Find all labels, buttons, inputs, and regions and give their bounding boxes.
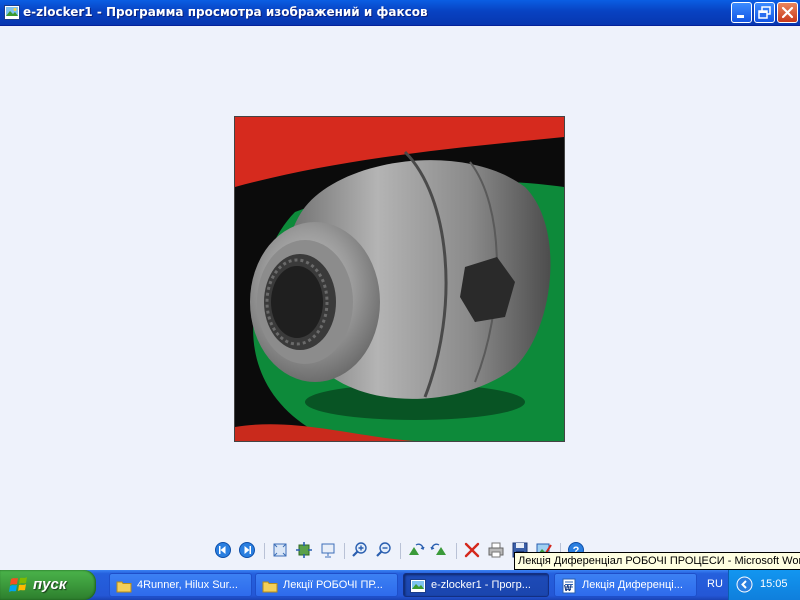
toolbar-separator — [456, 543, 457, 559]
previous-image-icon[interactable] — [214, 541, 232, 559]
image-viewer-icon — [410, 579, 426, 593]
delete-icon[interactable] — [463, 541, 481, 559]
best-fit-icon[interactable] — [271, 541, 289, 559]
restore-icon — [758, 6, 771, 19]
minimize-button[interactable] — [731, 2, 752, 23]
language-indicator[interactable]: RU — [707, 578, 723, 590]
taskbar-item-lectures-folder[interactable]: Лекції РОБОЧІ ПР... — [255, 573, 398, 597]
close-icon — [781, 6, 794, 19]
taskbar-item-word-document[interactable]: W Лекція Диференці... — [554, 573, 697, 597]
close-button[interactable] — [777, 2, 798, 23]
taskbar-item-image-viewer[interactable]: e-zlocker1 - Прогр... — [403, 573, 549, 597]
print-icon[interactable] — [487, 541, 505, 559]
image-viewer-icon — [4, 5, 20, 20]
start-button-label: пуск — [33, 576, 67, 593]
next-image-icon[interactable] — [238, 541, 256, 559]
differential-locker-photo — [234, 116, 565, 442]
minimize-icon — [737, 15, 744, 18]
svg-text:W: W — [564, 584, 572, 593]
taskbar-tooltip: Лекція Диференціал РОБОЧІ ПРОЦЕСИ - Micr… — [514, 552, 800, 570]
image-viewer-canvas — [0, 27, 800, 570]
zoom-out-icon[interactable] — [375, 541, 393, 559]
rotate-clockwise-icon[interactable] — [407, 541, 425, 559]
folder-icon — [262, 581, 278, 593]
title-bar[interactable]: e-zlocker1 - Программа просмотра изображ… — [0, 0, 800, 26]
taskbar-item-label: 4Runner, Hilux Sur... — [137, 579, 238, 591]
clock[interactable]: 15:05 — [760, 578, 788, 590]
start-button[interactable]: пуск — [0, 570, 96, 600]
zoom-in-icon[interactable] — [351, 541, 369, 559]
system-tray: 15:05 — [728, 570, 800, 600]
toolbar-separator — [264, 543, 265, 559]
rotate-counterclockwise-icon[interactable] — [430, 541, 448, 559]
toolbar-separator — [400, 543, 401, 559]
photo-image — [235, 117, 564, 441]
slideshow-icon[interactable] — [319, 541, 337, 559]
folder-icon — [116, 581, 132, 593]
word-document-icon: W — [562, 578, 576, 594]
taskbar-item-label: e-zlocker1 - Прогр... — [431, 579, 531, 591]
toolbar-separator — [344, 543, 345, 559]
taskbar-item-label: Лекції РОБОЧІ ПР... — [283, 579, 383, 591]
taskbar-item-4runner-folder[interactable]: 4Runner, Hilux Sur... — [109, 573, 252, 597]
show-hidden-icons-icon[interactable] — [736, 576, 753, 593]
windows-flag-icon — [9, 577, 27, 592]
window-title: e-zlocker1 - Программа просмотра изображ… — [23, 5, 428, 19]
taskbar-item-label: Лекція Диференці... — [582, 579, 683, 591]
restore-button[interactable] — [754, 2, 775, 23]
taskbar: пуск 4Runner, Hilux Sur... Лекції РОБОЧІ… — [0, 570, 800, 600]
actual-size-icon[interactable] — [295, 541, 313, 559]
